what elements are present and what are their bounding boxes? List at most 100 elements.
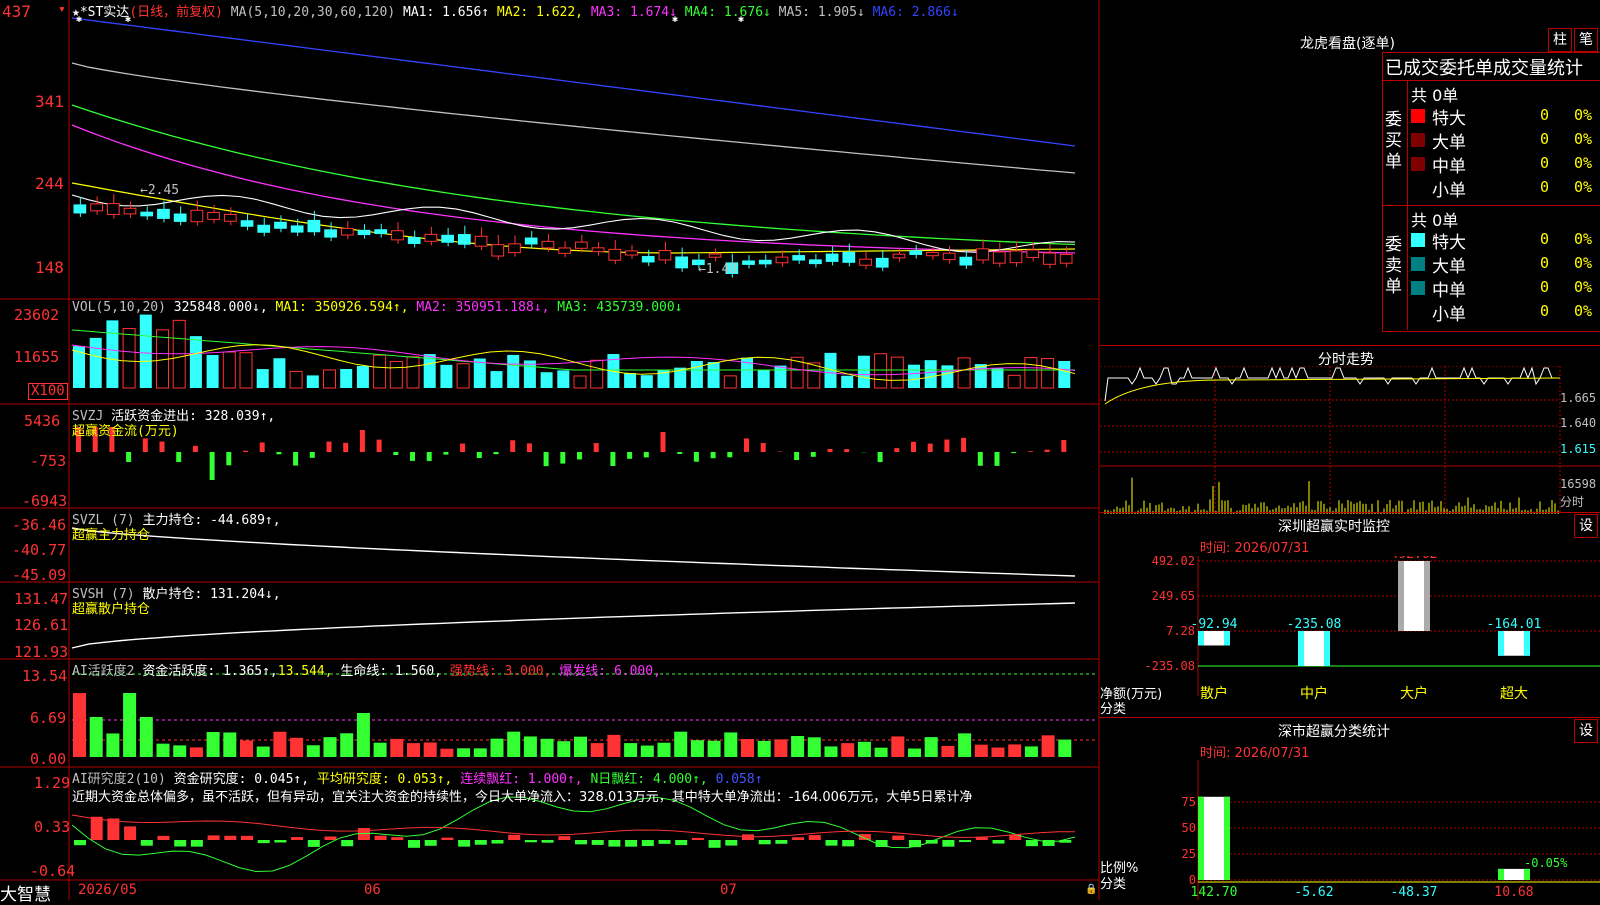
research-bar xyxy=(174,840,186,846)
volume-bar xyxy=(207,355,219,388)
buy-total: 共 0单 xyxy=(1411,82,1458,106)
fund-bar xyxy=(928,444,933,452)
row-count: 0 xyxy=(1540,302,1549,320)
side-title: 龙虎看盘(逐单) xyxy=(1300,33,1395,53)
candle xyxy=(559,248,571,253)
fund-bar xyxy=(1028,451,1033,452)
volume-bar xyxy=(691,361,703,388)
class-bar xyxy=(1198,797,1230,880)
volume-bar xyxy=(758,370,770,388)
volume-bar xyxy=(941,365,953,388)
candle xyxy=(375,230,387,234)
candle xyxy=(308,220,320,231)
y-tick-svsh-1: 126.61 xyxy=(14,616,68,634)
row-count: 0 xyxy=(1540,178,1549,196)
candle xyxy=(642,257,654,262)
row-count: 0 xyxy=(1540,106,1549,124)
research-red-line xyxy=(72,815,1075,837)
candle xyxy=(542,241,554,248)
row-count: 0 xyxy=(1540,278,1549,296)
fund-bar xyxy=(761,443,766,452)
ma-value-2: MA2: 1.622, xyxy=(489,5,583,20)
research-bar xyxy=(892,836,904,840)
research-bar xyxy=(842,840,854,846)
class-y-tick: 75 xyxy=(1182,795,1196,809)
ai1-strong: 强势线: 3.000, xyxy=(450,664,552,679)
class-bar-label: 142.70 xyxy=(1191,885,1238,900)
activity-bar xyxy=(541,739,554,757)
monitor-bar xyxy=(1298,631,1330,666)
ma-value-5: MA5: 1.905↓ xyxy=(771,5,865,20)
row-swatch xyxy=(1411,181,1425,195)
row-name: 中单 xyxy=(1432,152,1466,177)
row-pct: 0% xyxy=(1574,302,1592,320)
row-name: 特大 xyxy=(1432,104,1466,129)
fund-bar xyxy=(343,443,348,452)
activity-bar xyxy=(925,737,938,757)
fund-bar xyxy=(544,452,549,466)
fund-bar xyxy=(327,442,332,452)
brand-logo: 大智慧 xyxy=(0,880,51,905)
volume-bar xyxy=(290,371,302,388)
activity-bar xyxy=(390,739,403,757)
monitor-settings-button[interactable]: 设 xyxy=(1574,514,1598,538)
volume-bar xyxy=(491,371,503,388)
chart-period[interactable]: (日线，前复权) xyxy=(129,5,223,20)
fund-bar xyxy=(944,440,949,452)
intraday-tick-1: 1.640 xyxy=(1560,416,1596,430)
class-y-tick: 50 xyxy=(1182,821,1196,835)
vol-ma3-line xyxy=(72,330,1075,370)
fund-bar xyxy=(961,438,966,452)
lock-icon[interactable]: 🔒 xyxy=(1085,884,1097,895)
volume-bar xyxy=(774,366,786,388)
candle xyxy=(275,222,287,228)
vol-ma2: MA2: 350951.188↓, xyxy=(416,300,549,315)
y-tick-ai2-0: 1.29 xyxy=(34,774,70,792)
bar-mode-button[interactable]: 柱 xyxy=(1548,28,1572,52)
candle xyxy=(910,251,922,255)
fund-bar xyxy=(243,451,248,452)
research-bar xyxy=(341,840,353,846)
candle xyxy=(158,209,170,218)
class-bar-label: 10.68 xyxy=(1494,885,1533,900)
volume-bar xyxy=(324,370,336,388)
ai1-v2: 13.544, xyxy=(278,664,333,679)
research-bar xyxy=(274,840,286,842)
ma-value-3: MA3: 1.674↓ xyxy=(583,5,677,20)
research-bar xyxy=(291,837,303,840)
volume-bar xyxy=(1058,361,1070,388)
chart-canvas[interactable]: ✱✱✱✱ xyxy=(0,0,1100,900)
fund-bar xyxy=(878,452,883,462)
fund-bar xyxy=(260,442,265,452)
stats-title: 已成交委托单成交量统计 xyxy=(1385,54,1583,80)
intraday-price-line xyxy=(1105,368,1556,401)
research-bar xyxy=(107,818,119,840)
stock-name[interactable]: ★*ST实达 xyxy=(72,5,129,20)
candlestick-plot: ✱✱✱✱ xyxy=(72,14,1075,277)
monitor-title: 深圳超赢实时监控 xyxy=(1278,516,1390,536)
tick-mode-button[interactable]: 笔 xyxy=(1574,28,1598,52)
y-tick-svsh-0: 131.47 xyxy=(14,590,68,608)
month-label-2: 07 xyxy=(720,882,737,898)
volume-bar xyxy=(457,364,469,388)
vol-header: VOL(5,10,20) 325848.000↓, MA1: 350926.59… xyxy=(72,300,683,315)
activity-bar xyxy=(791,736,804,757)
research-bar xyxy=(74,840,86,845)
activity-bar xyxy=(207,732,220,757)
candle xyxy=(927,252,939,255)
class-settings-button[interactable]: 设 xyxy=(1574,719,1598,743)
ai1-label: AI活跃度2 xyxy=(72,664,134,679)
fund-bar xyxy=(894,448,899,452)
svzj-sub: 超赢资金流(万元) xyxy=(72,420,179,439)
activity-bar xyxy=(357,713,370,757)
vol-label: VOL(5,10,20) xyxy=(72,300,166,315)
candle xyxy=(1044,253,1056,264)
activity-bar xyxy=(407,743,420,757)
intraday-chart[interactable] xyxy=(1100,366,1600,514)
volume-bar xyxy=(992,369,1004,388)
candle xyxy=(325,230,337,237)
ai2-desc: 资金研究度: 0.045↑, xyxy=(174,772,309,787)
research-bar xyxy=(325,837,337,840)
buy-label: 委买单 xyxy=(1385,110,1405,173)
bar-edge xyxy=(1198,631,1204,645)
